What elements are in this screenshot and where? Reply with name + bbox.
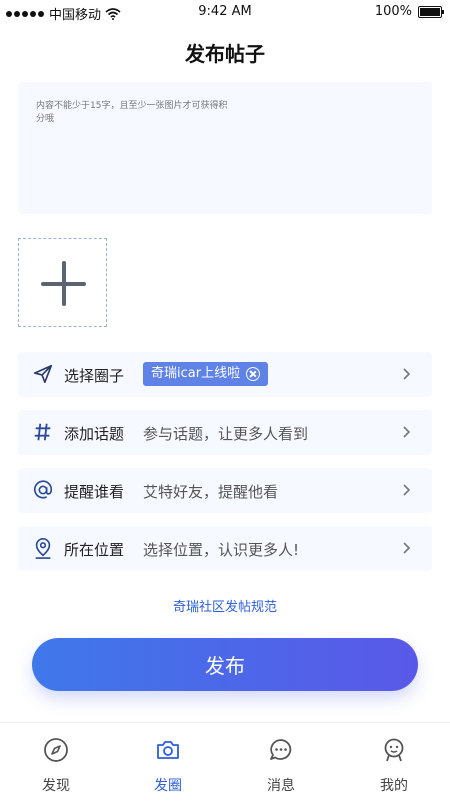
add-topic-label: 添加话题: [64, 425, 125, 443]
tab-post-label: 发圈: [154, 778, 182, 794]
select-circle-row[interactable]: 选择圈子 奇瑞icar上线啦: [18, 352, 432, 397]
status-bar: 中国移动 9:42 AM 100%: [0, 0, 450, 24]
tab-messages-label: 消息: [267, 778, 295, 794]
profile-icon: [384, 738, 404, 762]
battery-icon: [418, 5, 444, 18]
compass-icon: [44, 738, 68, 762]
posting-rules-link[interactable]: 奇瑞社区发帖规范: [0, 596, 450, 615]
send-icon: [33, 364, 53, 384]
add-image-button[interactable]: [18, 238, 107, 327]
tab-post[interactable]: 发圈: [112, 723, 224, 801]
remove-tag-icon[interactable]: [246, 367, 261, 381]
chevron-right-icon: [403, 542, 411, 554]
tab-profile[interactable]: 我的: [338, 723, 450, 801]
hashtag-icon: [34, 423, 51, 441]
add-topic-hint: 参与话题，让更多人看到: [143, 425, 309, 443]
circle-tag-label: 奇瑞icar上线啦: [151, 366, 241, 381]
content-placeholder: 内容不能少于15字，且至少一张图片才可获得积分哦: [36, 101, 228, 124]
status-right: 100%: [374, 4, 444, 19]
tab-messages[interactable]: 消息: [225, 723, 337, 801]
page-title: 发布帖子: [185, 42, 265, 66]
camera-icon: [157, 741, 179, 759]
chevron-right-icon: [403, 484, 411, 496]
chat-bubble-icon: [270, 739, 292, 760]
tab-discover-label: 发现: [42, 778, 70, 794]
mention-label: 提醒谁看: [64, 483, 125, 501]
publish-button[interactable]: 发布: [32, 638, 418, 691]
content-input[interactable]: 内容不能少于15字，且至少一张图片才可获得积分哦: [18, 82, 432, 214]
chevron-right-icon: [403, 426, 411, 438]
circle-tag[interactable]: 奇瑞icar上线啦: [143, 362, 269, 386]
tab-discover[interactable]: 发现: [0, 723, 112, 801]
chevron-right-icon: [403, 368, 411, 380]
plus-icon-vertical: [62, 261, 66, 306]
tab-profile-label: 我的: [380, 778, 408, 794]
mention-hint: 艾特好友，提醒他看: [143, 483, 279, 501]
select-circle-label: 选择圈子: [64, 367, 125, 385]
tab-bar: 发现 发圈 消息 我的: [0, 722, 450, 801]
location-pin-icon: [35, 538, 51, 559]
location-hint: 选择位置，认识更多人!: [143, 541, 300, 559]
add-topic-row[interactable]: 添加话题 参与话题，让更多人看到: [18, 410, 432, 455]
battery-percent: 100%: [374, 4, 412, 19]
mention-row[interactable]: 提醒谁看 艾特好友，提醒他看: [18, 468, 432, 513]
location-row[interactable]: 所在位置 选择位置，认识更多人!: [18, 526, 432, 571]
location-label: 所在位置: [64, 541, 125, 559]
at-icon: [33, 480, 53, 499]
